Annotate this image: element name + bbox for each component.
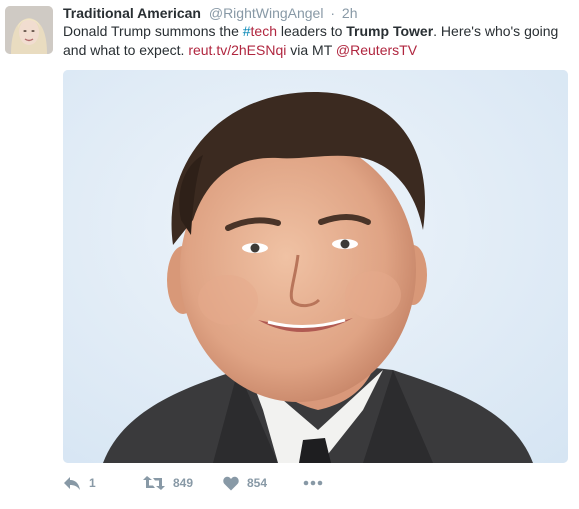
reply-count: 1 — [89, 476, 96, 490]
tweet-photo[interactable] — [63, 70, 568, 463]
tweet-link[interactable]: reut.tv/2hESNqi — [188, 42, 286, 58]
separator: · — [330, 5, 336, 21]
tweet-actions: 1 849 854 — [63, 472, 333, 494]
photo-image — [63, 70, 568, 463]
tweet: Traditional American @RightWingAngel · 2… — [0, 0, 579, 509]
text-part-2: leaders to — [277, 23, 347, 39]
heart-icon — [223, 476, 239, 490]
username[interactable]: @RightWingAngel — [209, 5, 324, 21]
more-icon — [303, 480, 323, 486]
avatar[interactable] — [5, 6, 53, 54]
mention-reuterstv[interactable]: @ReutersTV — [336, 42, 417, 58]
text-part-1: Donald Trump summons the — [63, 23, 243, 39]
avatar-image — [5, 6, 53, 54]
reply-button[interactable]: 1 — [63, 475, 143, 491]
timestamp[interactable]: 2h — [342, 5, 358, 21]
retweet-button[interactable]: 849 — [143, 475, 223, 491]
like-count: 854 — [247, 476, 268, 490]
text-part-4: via MT — [286, 42, 336, 58]
like-button[interactable]: 854 — [223, 476, 303, 491]
retweet-count: 849 — [173, 476, 194, 490]
hashtag-symbol[interactable]: # — [243, 23, 251, 39]
reply-icon — [64, 477, 80, 490]
bold-text: Trump Tower — [346, 23, 434, 39]
retweet-icon — [143, 476, 165, 490]
tweet-header: Traditional American @RightWingAngel · 2… — [63, 4, 358, 22]
tweet-text: Donald Trump summons the #tech leaders t… — [63, 22, 563, 60]
more-button[interactable] — [303, 480, 333, 486]
fullname[interactable]: Traditional American — [63, 5, 201, 21]
hashtag-tech[interactable]: tech — [251, 23, 277, 39]
